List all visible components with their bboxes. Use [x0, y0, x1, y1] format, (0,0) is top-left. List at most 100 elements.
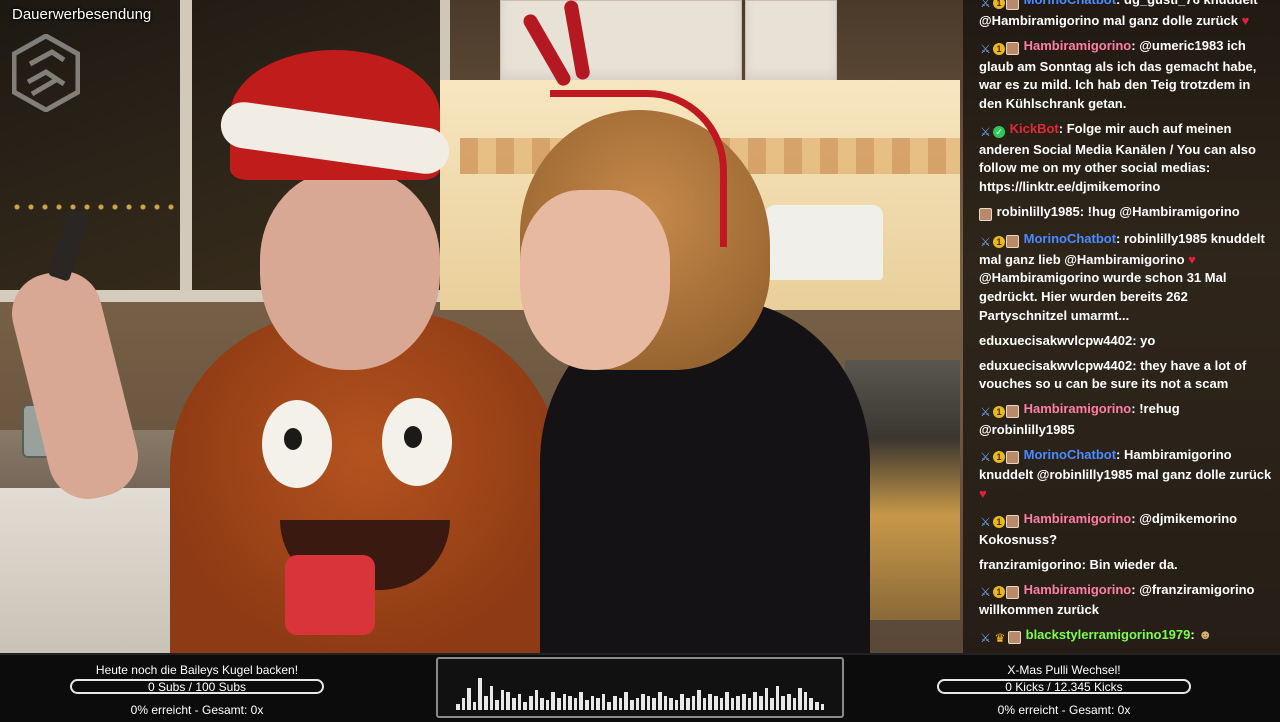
visualizer-bar — [585, 700, 589, 710]
visualizer-bar — [607, 702, 612, 710]
raised-arm — [3, 262, 147, 508]
sub-badge-icon: 1 — [993, 405, 1005, 418]
visualizer-bar — [613, 696, 617, 710]
chat-badges: ⚔ ✓ — [979, 122, 1006, 141]
visualizer-bar — [764, 688, 769, 710]
avatar-badge-icon — [1006, 515, 1019, 529]
sword-badge-icon: ⚔ — [980, 585, 991, 600]
audio-visualizer-icon — [436, 657, 844, 718]
goal-footer: 0% erreicht - Gesamt: 0x — [997, 703, 1131, 717]
chat-message: ⚔ ✓ KickBot: Folge mir auch auf meinen an… — [979, 121, 1256, 195]
visualizer-bar — [596, 698, 600, 710]
visualizer-bar — [551, 692, 555, 710]
visualizer-bar — [725, 692, 729, 710]
chat-badges: ⚔ 1 — [979, 512, 1020, 531]
sub-badge-icon: 1 — [993, 451, 1005, 464]
visualizer-bar — [691, 696, 696, 710]
visualizer-bar — [758, 696, 763, 710]
chat-text: dg_gusti_76 knuddelt @Hambiramigorino ma… — [979, 0, 1258, 29]
visualizer-bar — [669, 698, 673, 710]
visualizer-bar — [815, 702, 819, 710]
person-woman — [510, 0, 870, 653]
chat-message: ⚔ 1 Hambiramigorino: @djmikemorino Kokosn… — [979, 511, 1238, 547]
visualizer-bar — [545, 700, 550, 710]
chat-badges: ⚔ 1 — [979, 0, 1020, 12]
chat-username[interactable]: eduxuecisakwvlcpw4402 — [979, 333, 1132, 348]
visualizer-bar — [472, 702, 477, 710]
bottom-bar: Heute noch die Baileys Kugel backen! 0 S… — [0, 653, 1280, 722]
visualizer-bar — [506, 692, 511, 710]
reindeer-headband — [550, 90, 727, 247]
visualizer-bars — [456, 670, 825, 710]
goal-footer: 0% erreicht - Gesamt: 0x — [130, 703, 264, 717]
visualizer-bar — [714, 696, 718, 710]
chat-username[interactable]: MorinoChatbot — [1024, 447, 1116, 462]
chat-username[interactable]: MorinoChatbot — [1024, 231, 1116, 246]
channel-label: Dauerwerbesendung — [12, 6, 152, 23]
chat-username[interactable]: franziramigorino — [979, 557, 1082, 572]
heart-emote-icon: ♥ — [1188, 251, 1196, 267]
visualizer-bar — [803, 692, 808, 710]
sword-badge-icon: ⚔ — [980, 450, 991, 465]
person-man — [3, 50, 580, 653]
visualizer-bar — [697, 690, 701, 710]
visualizer-bar — [809, 698, 813, 710]
sword-badge-icon: ⚔ — [980, 404, 991, 419]
chat-message: eduxuecisakwvlcpw4402: they have a lot o… — [979, 357, 1247, 392]
visualizer-bar — [736, 696, 741, 710]
visualizer-bar — [646, 696, 651, 710]
chat-username[interactable]: MorinoChatbot — [1024, 0, 1116, 7]
visualizer-bar — [657, 692, 662, 710]
chat-username[interactable]: Hambiramigorino — [1024, 401, 1132, 416]
crown-badge-icon: ♛ — [994, 630, 1006, 645]
visualizer-bar — [517, 694, 522, 710]
chat-username[interactable]: Hambiramigorino — [1024, 582, 1132, 597]
visualizer-bar — [792, 698, 797, 710]
goal-progress-bar: 0 Kicks / 12.345 Kicks — [937, 679, 1191, 694]
chat-panel[interactable]: ⚔1 MorinoChatbot: dg_gusti_76 knuddelt @… — [963, 0, 1280, 653]
chat-username[interactable]: KickBot — [1010, 121, 1059, 136]
visualizer-bar — [708, 694, 713, 710]
chat-username[interactable]: robinlilly1985 — [997, 204, 1080, 219]
chat-badges: ⚔ 1 — [979, 402, 1020, 421]
visualizer-bar — [540, 698, 544, 710]
visualizer-bar — [601, 694, 606, 710]
chat-message: ⚔ 1 MorinoChatbot: robinlilly1985 knuddel… — [979, 230, 1265, 323]
chat-message: eduxuecisakwvlcpw4402: yo — [979, 332, 1156, 348]
chat-badges — [979, 205, 993, 224]
chat-username[interactable]: Hambiramigorino — [1024, 511, 1132, 526]
visualizer-bar — [775, 686, 780, 710]
avatar-badge-icon — [1006, 42, 1019, 56]
visualizer-bar — [730, 698, 735, 710]
chat-badges: ⚔ 1 — [979, 583, 1020, 602]
visualizer-bar — [500, 690, 505, 710]
visualizer-bar — [467, 688, 471, 710]
visualizer-bar — [641, 694, 645, 710]
visualizer-bar — [674, 700, 679, 710]
visualizer-bar — [685, 698, 690, 710]
goal-title: Heute noch die Baileys Kugel backen! — [95, 663, 299, 677]
visualizer-bar — [528, 696, 533, 710]
chat-message: franziramigorino: Bin wieder da. — [979, 556, 1178, 572]
avatar-badge-icon — [1006, 0, 1019, 10]
chat-text: robinlilly1985 knuddelt mal ganz lieb @H… — [979, 230, 1265, 267]
verified-badge-icon: ✓ — [993, 125, 1005, 138]
visualizer-bar — [573, 698, 578, 710]
chat-username[interactable]: eduxuecisakwvlcpw4402 — [979, 358, 1132, 373]
sub-badge-icon: 1 — [993, 42, 1005, 55]
chat-message: ⚔ 1 Hambiramigorino: @umeric1983 ich glau… — [979, 38, 1257, 112]
visualizer-bar — [484, 696, 488, 710]
visualizer-bar — [534, 690, 539, 710]
sword-badge-icon: ⚔ — [980, 124, 991, 139]
sword-badge-icon: ⚔ — [980, 234, 991, 249]
sweater-eye — [262, 400, 332, 488]
chat-message: ⚔ ♛ blackstylerramigorino1979: ☻ — [979, 626, 1272, 647]
visualizer-bar — [652, 698, 656, 710]
goal-progress-bar: 0 Subs / 100 Subs — [70, 679, 324, 694]
goal-progress-text: 0 Kicks / 12.345 Kicks — [1005, 680, 1123, 694]
chat-username[interactable]: Hambiramigorino — [1024, 38, 1132, 53]
goal-progress-text: 0 Subs / 100 Subs — [147, 680, 247, 694]
visualizer-bar — [478, 678, 483, 710]
visualizer-bar — [456, 704, 460, 710]
chat-username[interactable]: blackstylerramigorino1979 — [1026, 627, 1191, 642]
